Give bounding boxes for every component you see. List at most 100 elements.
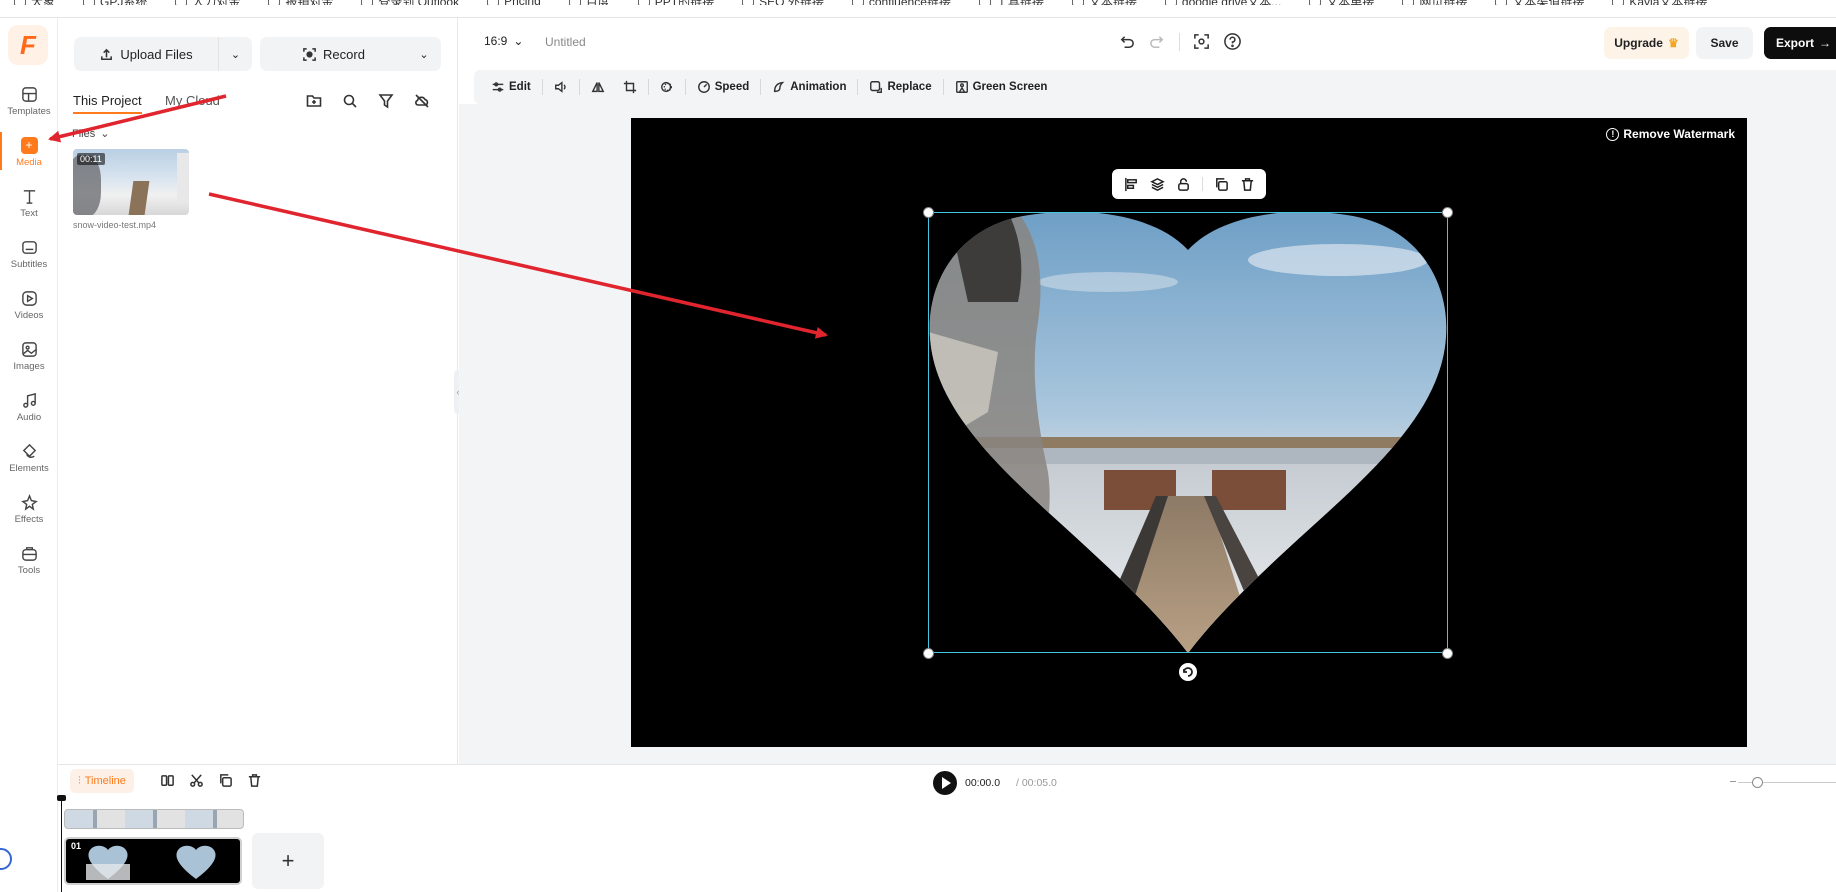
duplicate-icon[interactable] [218,773,233,788]
resize-handle-top-left[interactable] [923,207,934,218]
thumbnail-edge [177,153,189,203]
new-folder-button[interactable] [301,88,327,114]
rail-item-effects[interactable]: Effects [0,486,58,532]
app-logo[interactable]: F [8,25,48,65]
bookmark-item[interactable]: 文本链接 [1058,0,1151,5]
bookmark-item[interactable]: PPT的链接 [624,0,728,5]
chevron-down-icon: ⌄ [513,34,524,48]
bookmark-item[interactable]: 报销对金 [254,0,347,5]
scissors-icon[interactable] [189,773,204,788]
video-track-clip[interactable] [64,809,244,829]
split-icon[interactable] [160,773,175,788]
aspect-ratio-select[interactable]: 16:9 ⌄ [484,34,523,48]
layers-icon[interactable] [1149,177,1165,192]
trash-icon[interactable] [247,773,262,788]
bookmark-item[interactable]: SEO 外链接 [728,0,838,5]
trash-icon[interactable] [1240,177,1255,192]
scene-clip[interactable]: 01 [64,837,242,885]
bookmark-label: 报销对金 [285,0,333,5]
unlock-icon[interactable] [1176,177,1191,192]
filter-button[interactable] [373,88,399,114]
tab-my-cloud[interactable]: My Cloud [165,93,220,108]
tab-this-project[interactable]: This Project [73,93,142,114]
play-button[interactable] [933,771,957,795]
help-icon[interactable] [1223,32,1242,51]
media-file-thumbnail[interactable]: 00:11 [73,149,189,215]
remove-watermark-button[interactable]: ! Remove Watermark [1606,127,1735,141]
align-icon[interactable] [1124,177,1139,192]
project-title[interactable]: Untitled [545,35,586,49]
bookmark-item[interactable]: 文本单接 [1295,0,1388,5]
thumbnail-boardwalk [128,181,150,215]
upload-dropdown-chevron-icon[interactable]: ⌄ [218,37,252,71]
upgrade-button[interactable]: Upgrade ♛ [1604,27,1689,59]
search-button[interactable] [337,88,363,114]
bookmark-item[interactable]: GPJ系统 [69,0,161,5]
playhead[interactable] [57,795,66,892]
total-time: / 00:05.0 [1016,777,1057,789]
cloud-sync-button[interactable] [409,88,435,114]
zoom-out-icon[interactable] [1730,781,1736,782]
edit-button[interactable]: Edit [484,75,538,99]
save-button[interactable]: Save [1696,27,1753,59]
bookmark-item[interactable]: Kayla文本链接 [1598,0,1721,5]
bookmark-item[interactable]: google drive文本... [1151,0,1295,5]
rotate-handle[interactable] [1179,663,1197,681]
bookmark-label: 登录到 Outlook [378,0,459,5]
volume-button[interactable] [547,75,575,99]
bookmark-item[interactable]: 大象 [0,0,69,5]
bookmark-item[interactable]: 文本渠道链接 [1481,0,1598,5]
green-screen-button[interactable]: Green Screen [948,75,1055,99]
rail-item-images[interactable]: Images [0,333,58,379]
files-folder-toggle[interactable]: Files ⌄ [72,127,109,141]
screenshot-icon[interactable] [1192,32,1211,51]
folder-icon [742,0,755,5]
text-icon [23,189,35,204]
bookmark-item[interactable]: 登录到 Outlook [347,0,473,5]
media-duration-badge: 00:11 [77,153,105,165]
zoom-slider-knob[interactable] [1752,777,1763,788]
animation-button[interactable]: Animation [765,75,853,99]
mask-button[interactable] [653,75,681,99]
rail-item-media[interactable]: + Media [0,129,58,175]
replace-icon [870,81,883,93]
rail-item-tools[interactable]: Tools [0,537,58,583]
green-screen-label: Green Screen [972,81,1048,93]
bookmark-label: Kayla文本链接 [1629,0,1707,5]
timeline-toggle-button[interactable]: ⫶ Timeline [70,769,134,793]
resize-handle-bottom-right[interactable] [1442,648,1453,659]
flip-button[interactable] [584,75,612,99]
export-button[interactable]: Export → [1764,27,1836,59]
timeline-zoom-slider[interactable] [1730,777,1836,788]
rail-item-templates[interactable]: Templates [0,78,58,124]
upload-files-button[interactable]: Upload Files ⌄ [74,37,252,71]
bookmark-label: google drive文本... [1182,0,1281,5]
duplicate-icon[interactable] [1214,177,1229,192]
toolbar-divider [942,79,944,95]
record-dropdown-chevron-icon[interactable]: ⌄ [407,48,441,61]
resize-handle-top-right[interactable] [1442,207,1453,218]
rail-item-subtitles[interactable]: Subtitles [0,231,58,277]
speed-button[interactable]: Speed [690,75,757,99]
bookmark-item[interactable]: 网页链接 [1388,0,1481,5]
rail-item-videos[interactable]: Videos [0,282,58,328]
bookmark-item[interactable]: 人力对金 [161,0,254,5]
rail-item-elements[interactable]: Elements [0,435,58,481]
record-main[interactable]: Record [260,47,407,62]
timeline-icon: ⫶ [78,774,81,787]
bookmark-item[interactable]: 工具链接 [965,0,1058,5]
volume-icon [554,81,566,93]
bookmark-item[interactable]: Pricing [473,0,555,5]
resize-handle-bottom-left[interactable] [923,648,934,659]
upload-files-main[interactable]: Upload Files [74,47,218,62]
bookmark-item[interactable]: 百度 [555,0,624,5]
rail-item-audio[interactable]: Audio [0,384,58,430]
redo-icon[interactable] [1148,32,1167,51]
record-button[interactable]: Record ⌄ [260,37,441,71]
bookmark-item[interactable]: confluence链接 [838,0,965,5]
rail-item-text[interactable]: Text [0,180,58,226]
crop-button[interactable] [616,75,644,99]
undo-icon[interactable] [1117,32,1136,51]
add-scene-button[interactable]: + [252,833,324,889]
replace-button[interactable]: Replace [862,75,938,99]
